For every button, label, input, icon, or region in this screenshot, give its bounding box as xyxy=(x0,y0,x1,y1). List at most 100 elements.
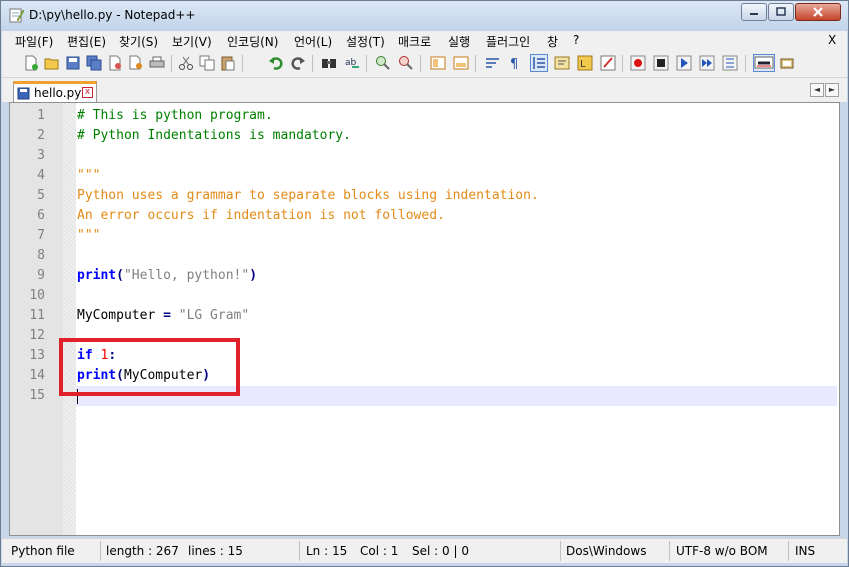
menu-run[interactable]: 실행 xyxy=(448,33,470,50)
tab-hello-py[interactable]: hello.py x xyxy=(13,81,97,102)
menu-macro[interactable]: 매크로 xyxy=(398,33,431,50)
window-title: D:\py\hello.py - Notepad++ xyxy=(29,8,196,22)
toolbar-separator xyxy=(622,55,623,72)
status-insert-mode: INS xyxy=(795,544,816,558)
play-macro-icon xyxy=(676,55,692,71)
zoom-in-button[interactable] xyxy=(374,54,392,72)
line-number: 4 xyxy=(37,168,45,183)
close-all-button[interactable] xyxy=(127,54,145,72)
tab-scroll-right-button[interactable]: ► xyxy=(825,83,839,97)
lang-icon xyxy=(780,58,794,69)
code-line[interactable]: 8 xyxy=(10,246,839,266)
find-button[interactable] xyxy=(320,54,338,72)
code-line[interactable]: 9 print("Hello, python!") xyxy=(10,266,839,286)
show-all-chars-button[interactable]: ¶ xyxy=(505,54,523,72)
stop-record-button[interactable] xyxy=(652,54,670,72)
record-macro-button[interactable] xyxy=(629,54,647,72)
line-number: 2 xyxy=(37,128,45,143)
code-token: = xyxy=(163,308,171,323)
title-bar[interactable]: D:\py\hello.py - Notepad++ xyxy=(1,1,848,31)
save-all-icon xyxy=(86,55,102,71)
code-text: # This is python program. xyxy=(77,106,273,126)
menu-edit[interactable]: 편집(E) xyxy=(67,33,106,50)
menu-help[interactable]: ? xyxy=(573,33,579,47)
toolbar-separator xyxy=(475,55,476,72)
copy-icon xyxy=(199,55,215,71)
close-document-button[interactable]: X xyxy=(828,33,836,47)
stop-record-icon xyxy=(653,55,669,71)
indent-guide-button[interactable] xyxy=(530,54,548,72)
line-number: 12 xyxy=(29,328,45,343)
menu-encoding[interactable]: 인코딩(N) xyxy=(227,33,278,50)
undo-button[interactable] xyxy=(267,54,285,72)
lang-button[interactable] xyxy=(778,54,796,72)
new-file-button[interactable] xyxy=(22,54,40,72)
close-file-button[interactable] xyxy=(106,54,124,72)
indent-guide-icon xyxy=(533,57,545,69)
zoom-out-button[interactable] xyxy=(397,54,415,72)
code-token: # This is python program. xyxy=(77,108,273,123)
play-macro-button[interactable] xyxy=(675,54,693,72)
redo-button[interactable] xyxy=(289,54,307,72)
tab-close-icon[interactable]: x xyxy=(82,87,93,98)
code-token: print xyxy=(77,268,117,283)
code-line[interactable]: 5 Python uses a grammar to separate block… xyxy=(10,186,839,206)
menu-window[interactable]: 창 xyxy=(547,33,558,50)
code-line[interactable]: 10 xyxy=(10,286,839,306)
replace-button[interactable]: ab xyxy=(343,54,361,72)
status-separator xyxy=(100,541,101,561)
menu-settings[interactable]: 설정(T) xyxy=(346,33,385,50)
save-button[interactable] xyxy=(64,54,82,72)
code-line[interactable]: 2 # Python Indentations is mandatory. xyxy=(10,126,839,146)
minimize-button[interactable] xyxy=(741,3,767,21)
line-number: 8 xyxy=(37,248,45,263)
sync-horizontal-icon xyxy=(453,56,469,70)
line-number: 6 xyxy=(37,208,45,223)
doc-map-button[interactable] xyxy=(553,54,571,72)
code-token: ( xyxy=(116,268,124,283)
run-macro-multiple-button[interactable] xyxy=(698,54,716,72)
menu-view[interactable]: 보기(V) xyxy=(172,33,212,50)
status-encoding: UTF-8 w/o BOM xyxy=(676,544,768,558)
menu-search[interactable]: 찾기(S) xyxy=(119,33,158,50)
paste-button[interactable] xyxy=(219,54,237,72)
menu-file[interactable]: 파일(F) xyxy=(15,33,53,50)
status-length: length : 267 xyxy=(106,544,179,558)
code-line[interactable]: 4 """ xyxy=(10,166,839,186)
sync-horizontal-button[interactable] xyxy=(452,54,470,72)
code-line[interactable]: 6 An error occurs if indentation is not f… xyxy=(10,206,839,226)
copy-button[interactable] xyxy=(198,54,216,72)
cut-button[interactable] xyxy=(177,54,195,72)
open-file-button[interactable] xyxy=(43,54,61,72)
function-list-icon: L xyxy=(577,55,593,71)
status-separator xyxy=(299,541,300,561)
toolbar: ab ¶ L xyxy=(2,50,847,78)
code-text: MyComputer = "LG Gram" xyxy=(77,306,249,326)
status-separator xyxy=(560,541,561,561)
doc-map-icon xyxy=(554,56,570,70)
print-button[interactable] xyxy=(148,54,166,72)
close-window-button[interactable] xyxy=(795,3,841,21)
menu-plugins[interactable]: 플러그인 xyxy=(486,33,530,50)
svg-text:¶: ¶ xyxy=(510,57,518,71)
code-editor[interactable]: 1 # This is python program. 2 # Python Inde… xyxy=(9,102,840,536)
code-token: Python uses a grammar to separate blocks… xyxy=(77,188,539,203)
function-list-button[interactable]: L xyxy=(576,54,594,72)
folder-workspace-button[interactable] xyxy=(599,54,617,72)
menu-language[interactable]: 언어(L) xyxy=(294,33,332,50)
code-token: An error occurs if indentation is not fo… xyxy=(77,208,445,223)
word-wrap-button[interactable] xyxy=(484,54,502,72)
save-icon xyxy=(17,87,30,100)
tab-scroll-left-button[interactable]: ◄ xyxy=(810,83,824,97)
sync-vertical-button[interactable] xyxy=(429,54,447,72)
spell-check-button[interactable] xyxy=(753,54,775,72)
code-line[interactable]: 3 xyxy=(10,146,839,166)
code-line[interactable]: 11 MyComputer = "LG Gram" xyxy=(10,306,839,326)
maximize-button[interactable] xyxy=(768,3,794,21)
tab-label: hello.py xyxy=(34,86,82,100)
save-all-button[interactable] xyxy=(85,54,103,72)
save-macro-button[interactable] xyxy=(721,54,739,72)
code-line[interactable]: 1 # This is python program. xyxy=(10,106,839,126)
code-line[interactable]: 7 """ xyxy=(10,226,839,246)
code-text: Python uses a grammar to separate blocks… xyxy=(77,186,539,206)
